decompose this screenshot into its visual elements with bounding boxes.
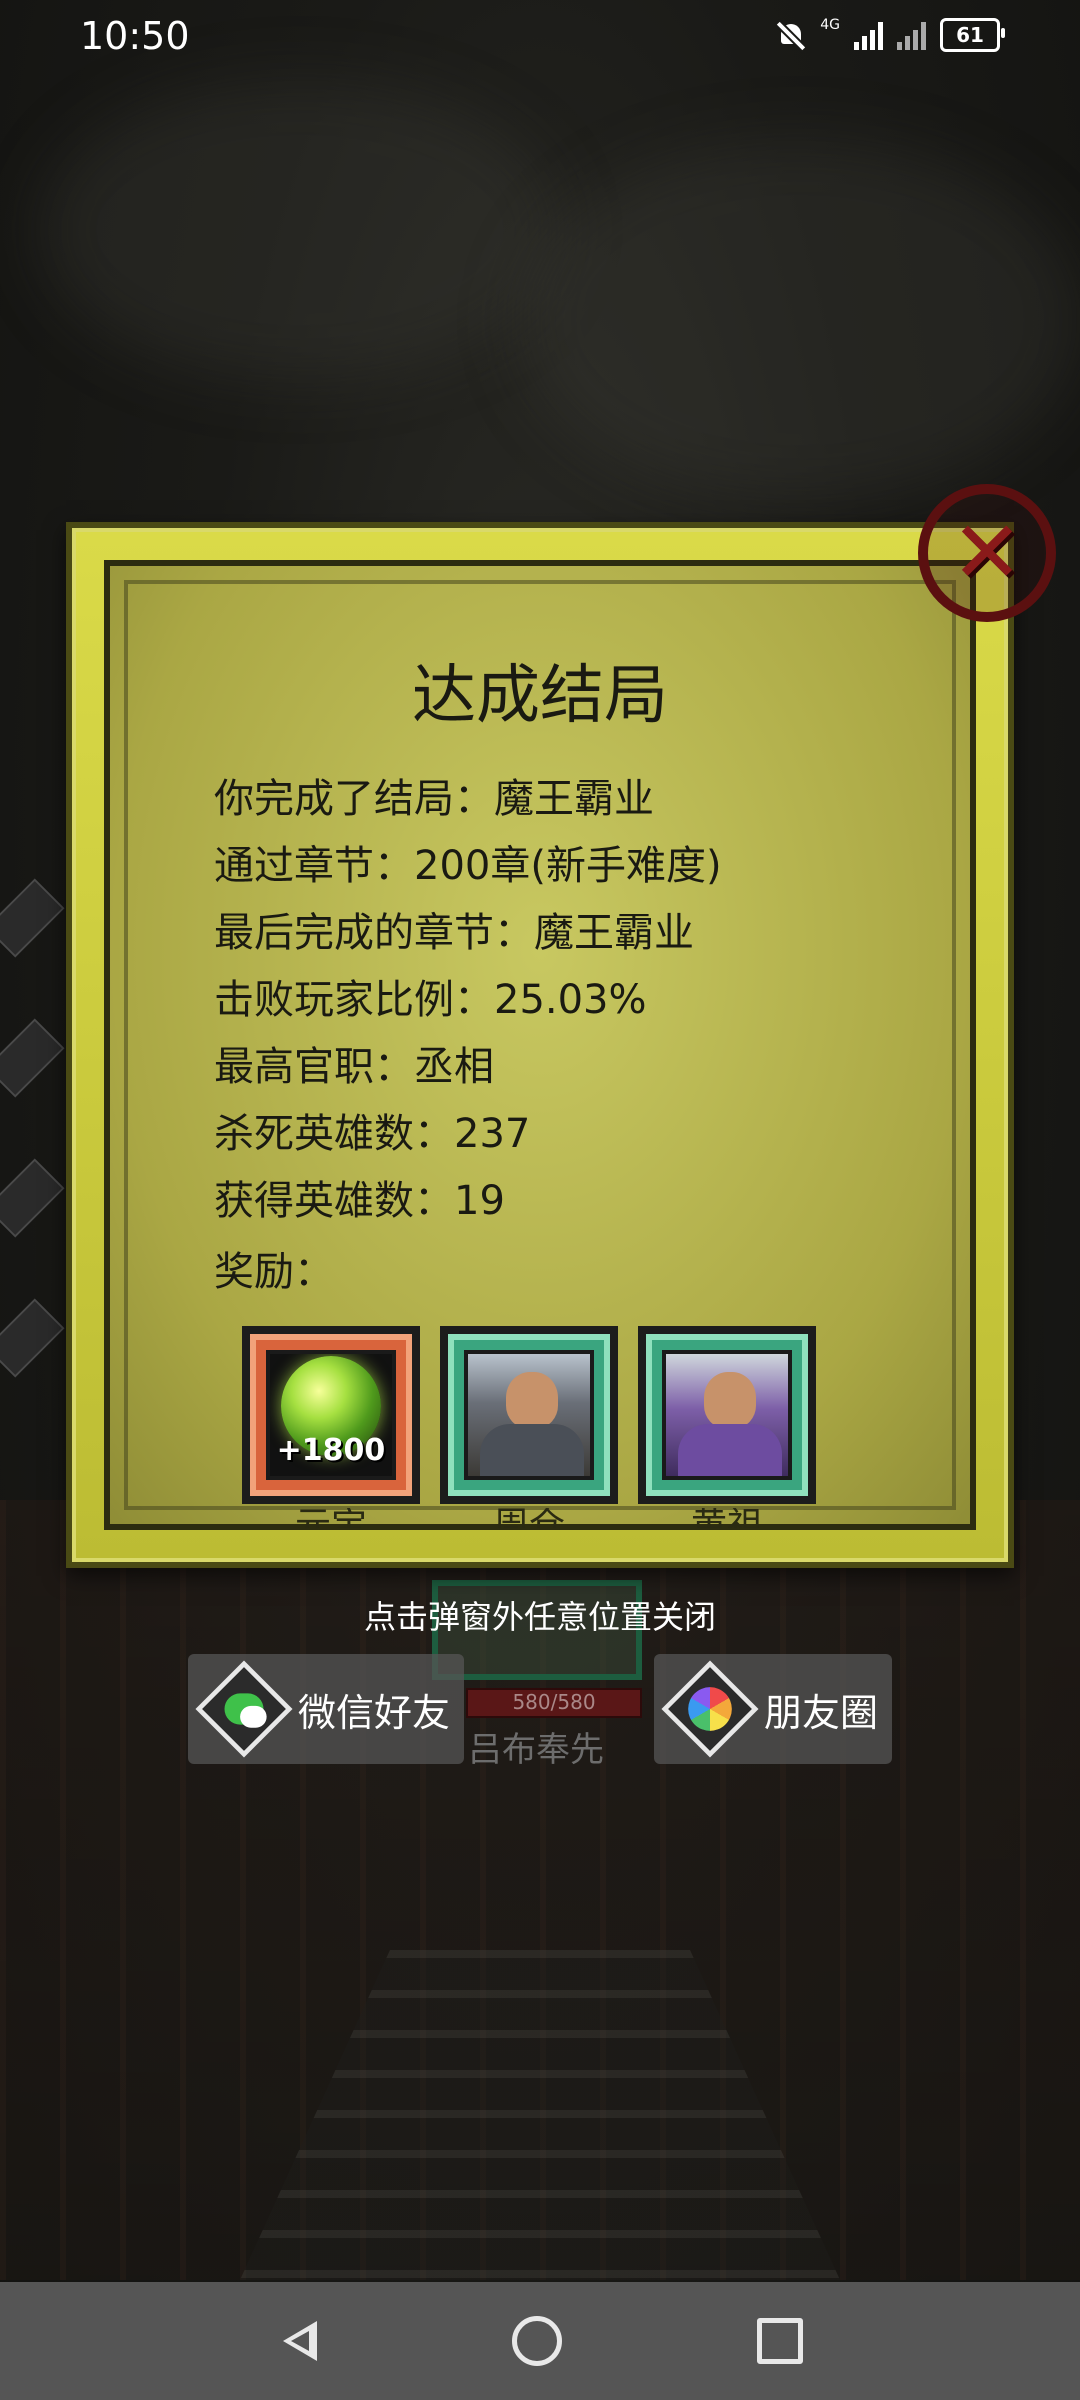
recent-square-icon[interactable]: [756, 2318, 803, 2364]
status-time: 10:50: [80, 14, 190, 58]
reward-amount: +1800: [276, 1433, 386, 1468]
share-moments-button[interactable]: 朋友圈: [654, 1654, 892, 1764]
close-button[interactable]: ✕: [918, 484, 1056, 622]
ending-dialog: 达成结局 你完成了结局：魔王霸业 通过章节：200章(新手难度) 最后完成的章节…: [66, 522, 1014, 1568]
stat-highest-rank: 最高官职：丞相: [214, 1044, 494, 1090]
background-cloud: [520, 140, 1080, 500]
status-icons: 4G 61: [776, 17, 1005, 52]
side-tab[interactable]: [0, 878, 65, 958]
dialog-paper: 达成结局 你完成了结局：魔王霸业 通过章节：200章(新手难度) 最后完成的章节…: [104, 560, 976, 1530]
reward-image: +1800: [266, 1350, 396, 1480]
wechat-icon: [224, 1693, 264, 1725]
stat-defeat-ratio: 击败玩家比例：25.03%: [214, 977, 647, 1023]
wechat-icon-frame: [195, 1660, 293, 1758]
hero-head: [704, 1372, 756, 1428]
back-triangle-icon[interactable]: [277, 2317, 318, 2365]
share-wechat-label: 微信好友: [298, 1690, 451, 1735]
side-tab[interactable]: [0, 1158, 65, 1238]
rewards-label: 奖励：: [214, 1249, 334, 1295]
side-tab[interactable]: [0, 1018, 65, 1098]
share-wechat-button[interactable]: 微信好友: [188, 1654, 464, 1764]
moments-icon-frame: [661, 1660, 759, 1758]
navigation-bar: [0, 2282, 1080, 2400]
dialog-title: 达成结局: [412, 659, 668, 733]
close-icon: ✕: [950, 503, 1024, 603]
home-circle-icon[interactable]: [511, 2316, 562, 2366]
side-tab[interactable]: [0, 1298, 65, 1378]
moments-icon: [688, 1687, 732, 1731]
hero-portrait: [464, 1350, 594, 1480]
background-hero-name: 吕布奉先: [468, 1730, 604, 1770]
mute-bell-icon: [776, 20, 806, 50]
reward-item-gem[interactable]: +1800 元宝: [242, 1326, 420, 1528]
close-hint: 点击弹窗外任意位置关闭: [363, 1598, 716, 1636]
network-type-label: 4G: [820, 17, 840, 33]
stat-heroes-obtained: 获得英雄数：19: [214, 1178, 505, 1224]
stats-list: 你完成了结局：魔王霸业 通过章节：200章(新手难度) 最后完成的章节：魔王霸业…: [214, 766, 722, 1235]
hero-portrait: [662, 1350, 792, 1480]
background-hero-hp: 580/580: [466, 1688, 642, 1718]
reward-caption: 黄祖: [646, 1508, 808, 1528]
signal-icon: [854, 20, 883, 50]
hero-body: [678, 1424, 782, 1476]
hero-body: [480, 1424, 584, 1476]
share-moments-label: 朋友圈: [764, 1690, 879, 1735]
reward-caption: 元宝: [250, 1508, 412, 1528]
signal-secondary-icon: [897, 20, 926, 50]
reward-item-hero[interactable]: 周仓: [440, 1326, 618, 1528]
stat-heroes-killed: 杀死英雄数：237: [214, 1111, 531, 1157]
battery-icon: 61: [940, 18, 1005, 52]
status-bar: 10:50 4G 61: [0, 0, 1080, 72]
reward-item-hero[interactable]: 黄祖: [638, 1326, 816, 1528]
stat-chapters: 通过章节：200章(新手难度): [214, 843, 722, 889]
hero-head: [506, 1372, 558, 1428]
stat-last-chapter: 最后完成的章节：魔王霸业: [214, 910, 694, 956]
background-cloud: [40, 80, 560, 380]
rewards-list: +1800 元宝 周仓 黄祖: [242, 1326, 816, 1528]
stat-ending: 你完成了结局：魔王霸业: [214, 776, 654, 822]
reward-caption: 周仓: [448, 1508, 610, 1528]
